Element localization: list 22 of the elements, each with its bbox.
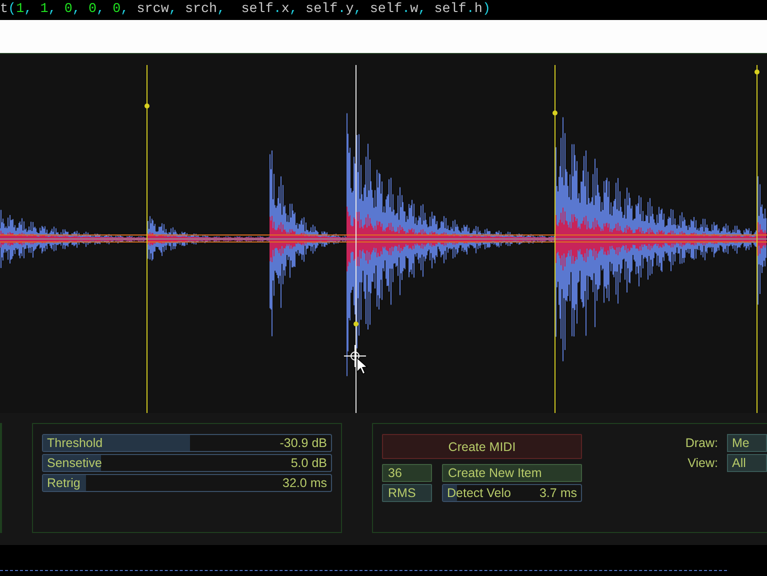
slider[interactable]: Threshold -30.9 dB <box>42 434 332 452</box>
slider-label: Sensetive <box>47 456 102 470</box>
option-dropdown[interactable]: Me <box>727 434 767 452</box>
option-dropdown[interactable]: All <box>727 454 767 472</box>
slider[interactable]: Sensetive 5.0 dB <box>42 454 332 472</box>
code-line: t(1, 1, 0, 0, 0, srcw, srch, self.x, self.y, self.w, self.h) <box>0 1 490 19</box>
slider-reading: 5.0 dB <box>290 456 327 470</box>
slider[interactable]: Detect Velo 3.7 ms <box>442 484 582 502</box>
slider-reading: -30.9 dB <box>280 436 327 450</box>
slider-reading: 3.7 ms <box>539 486 577 500</box>
slider-label: Threshold <box>47 436 103 450</box>
slider[interactable]: Retrig 32.0 ms <box>42 474 332 492</box>
option-label: View: <box>688 456 718 470</box>
slider-label: Retrig <box>47 476 80 490</box>
option-label: Draw: <box>685 436 718 450</box>
mouse-cursor-icon <box>342 343 370 375</box>
slider-label: Detect Velo <box>447 486 511 500</box>
slider-reading: 32.0 ms <box>282 476 327 490</box>
create-midi-button[interactable]: Create MIDI <box>382 434 582 459</box>
create-item-button[interactable]: Create New Item <box>442 464 582 482</box>
mode-button[interactable]: RMS <box>382 484 432 502</box>
note-field[interactable]: 36 <box>382 464 432 482</box>
